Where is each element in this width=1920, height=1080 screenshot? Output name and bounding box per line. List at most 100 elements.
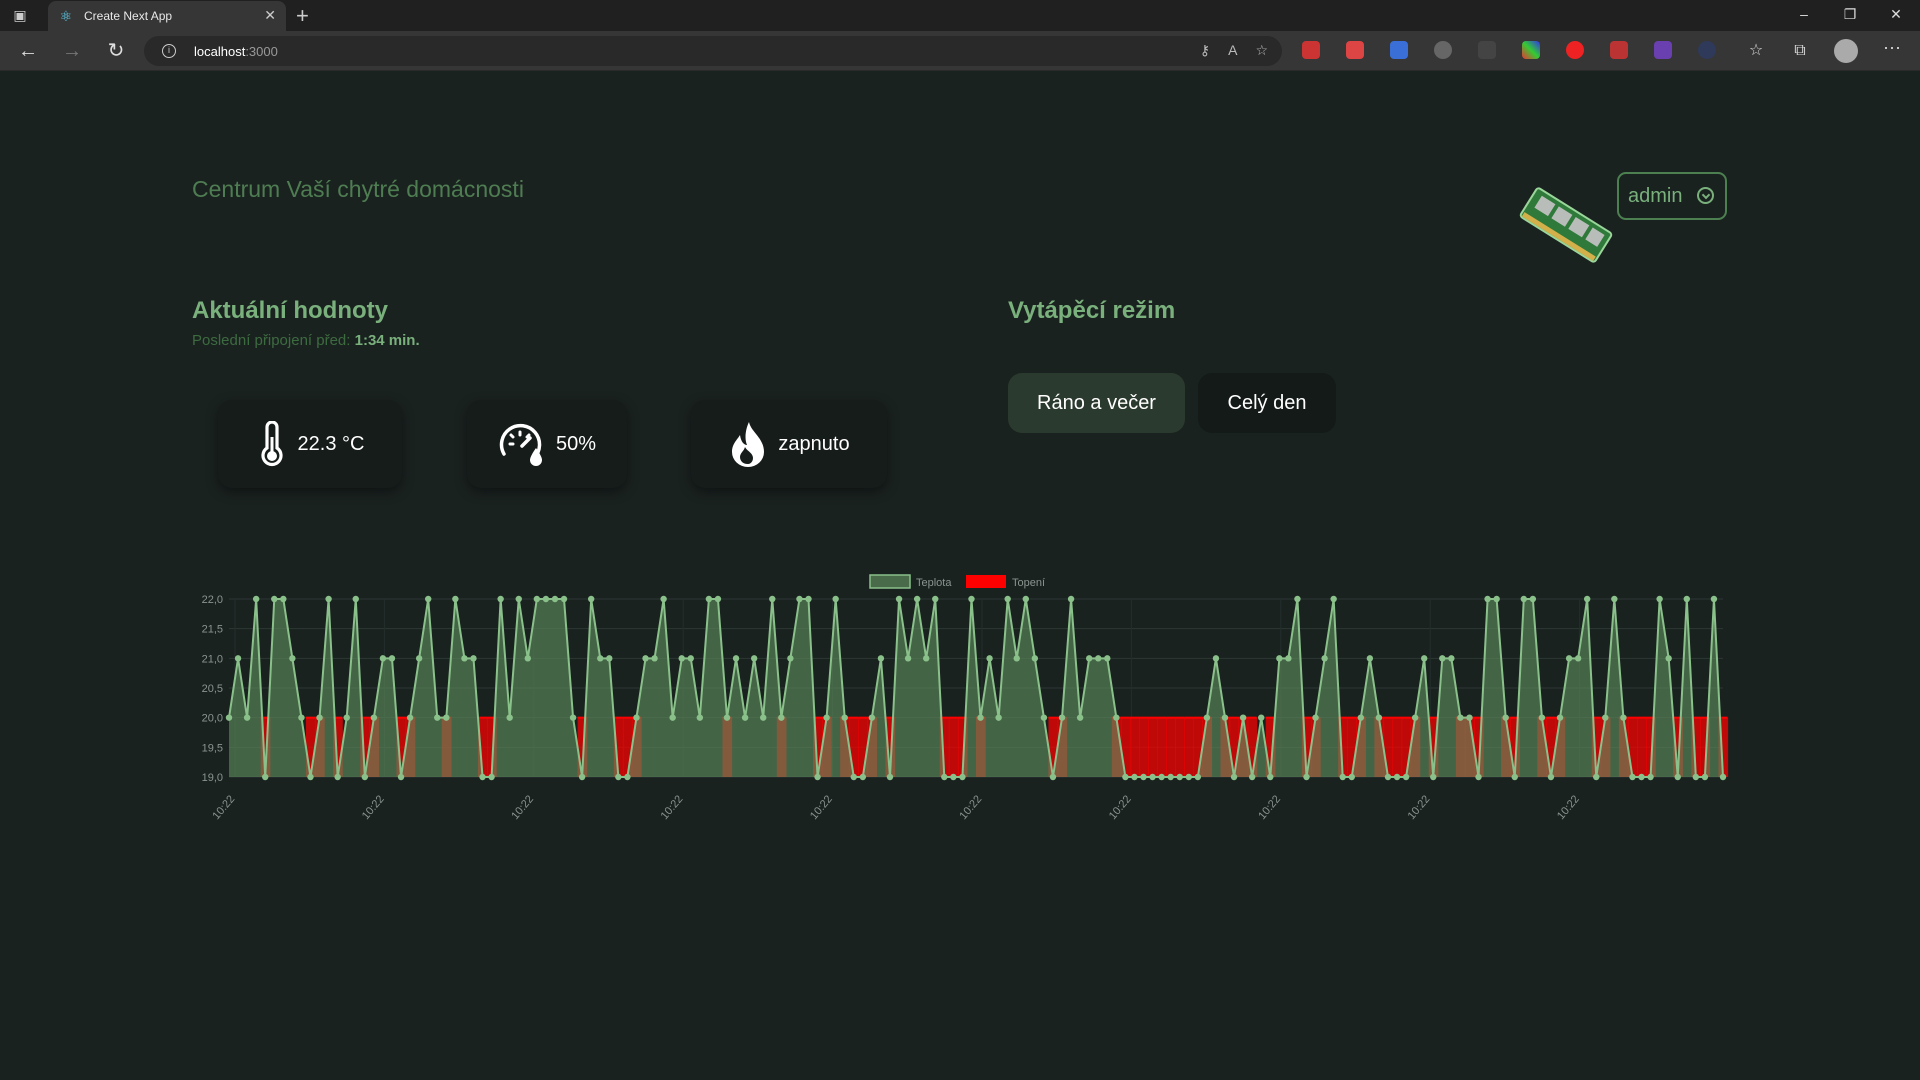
temperature-point bbox=[1620, 714, 1627, 721]
temperature-point bbox=[1267, 773, 1274, 781]
minimize-icon[interactable]: – bbox=[1794, 6, 1814, 22]
favorites-icon[interactable]: ☆ bbox=[1744, 39, 1768, 63]
extension-icon[interactable] bbox=[1698, 41, 1716, 59]
temperature-point bbox=[687, 655, 694, 662]
temperature-point bbox=[850, 773, 857, 781]
temperature-point bbox=[1321, 655, 1328, 662]
temperature-point bbox=[1330, 595, 1337, 603]
site-info-icon[interactable]: i bbox=[162, 44, 176, 58]
x-tick-label: 10:22 bbox=[808, 793, 835, 822]
temperature-point bbox=[1013, 655, 1020, 662]
temperature-point bbox=[252, 595, 260, 603]
temperature-point bbox=[832, 595, 839, 603]
temperature-point bbox=[470, 655, 477, 662]
temperature-point bbox=[1719, 773, 1727, 781]
mode-all-day-button[interactable]: Celý den bbox=[1198, 373, 1336, 433]
browser-toolbar: ← → ↻ i localhost:3000 ⚷ A ☆ ☆ ⧉ ··· bbox=[0, 31, 1920, 71]
temperature-point bbox=[587, 595, 595, 603]
temperature-point bbox=[615, 773, 622, 781]
temperature-point bbox=[1583, 595, 1591, 603]
favorite-icon[interactable]: ☆ bbox=[1255, 42, 1268, 59]
legend-swatch-teplota bbox=[869, 574, 911, 589]
back-icon[interactable]: ← bbox=[16, 39, 40, 63]
temperature-point bbox=[1547, 773, 1555, 781]
temperature-point bbox=[1303, 773, 1310, 781]
temperature-point bbox=[796, 595, 803, 603]
reload-icon[interactable]: ↻ bbox=[104, 39, 128, 63]
temperature-point bbox=[624, 773, 631, 781]
key-icon[interactable]: ⚷ bbox=[1200, 42, 1210, 59]
extension-icon[interactable] bbox=[1610, 41, 1628, 59]
browser-tabbar: ▣ ⚛ Create Next App ✕ + – ❐ ✕ bbox=[0, 0, 1920, 31]
temperature-point bbox=[1248, 773, 1256, 781]
temperature-point bbox=[298, 714, 305, 721]
temperature-point bbox=[334, 773, 341, 781]
temperature-point bbox=[1421, 655, 1428, 662]
heating-mode-heading: Vytápěcí režim bbox=[1008, 297, 1176, 324]
temperature-point bbox=[225, 714, 233, 721]
temperature-point bbox=[1611, 595, 1618, 603]
temperature-point bbox=[941, 773, 948, 781]
mode-morning-evening-button[interactable]: Ráno a večer bbox=[1008, 373, 1185, 433]
x-tick-label: 10:22 bbox=[659, 793, 686, 822]
new-tab-icon[interactable]: + bbox=[296, 3, 309, 29]
temperature-point bbox=[977, 714, 984, 721]
temperature-point bbox=[434, 714, 441, 721]
extension-icon[interactable] bbox=[1566, 41, 1584, 59]
temperature-point bbox=[950, 773, 957, 781]
temperature-point bbox=[959, 773, 966, 781]
more-menu-icon[interactable]: ··· bbox=[1883, 37, 1901, 58]
temperature-point bbox=[904, 655, 912, 662]
extension-icon[interactable] bbox=[1434, 41, 1452, 59]
extension-icon[interactable] bbox=[1478, 41, 1496, 59]
temperature-point bbox=[1565, 655, 1573, 662]
heating-bar bbox=[1157, 717, 1167, 777]
temperature-point bbox=[651, 655, 658, 662]
temperature-point bbox=[1493, 595, 1500, 603]
temperature-point bbox=[1031, 655, 1039, 662]
temperature-point bbox=[452, 595, 459, 603]
profile-avatar[interactable] bbox=[1834, 39, 1858, 63]
temperature-point bbox=[1411, 714, 1419, 721]
extension-icon[interactable] bbox=[1654, 41, 1672, 59]
tab-actions-icon[interactable]: ▣ bbox=[12, 7, 28, 23]
temperature-point bbox=[415, 655, 423, 662]
temperature-point bbox=[678, 655, 685, 662]
temperature-point bbox=[506, 714, 513, 721]
app-title: Centrum Vaší chytré domácnosti bbox=[192, 176, 524, 202]
temperature-point bbox=[1276, 655, 1283, 662]
close-tab-icon[interactable]: ✕ bbox=[264, 7, 276, 24]
x-tick-label: 10:22 bbox=[957, 793, 984, 822]
heating-card: zapnuto bbox=[691, 400, 887, 488]
extension-icon[interactable] bbox=[1522, 41, 1540, 59]
extension-icon[interactable] bbox=[1302, 41, 1320, 59]
user-menu-button[interactable]: admin bbox=[1617, 172, 1727, 220]
restore-icon[interactable]: ❐ bbox=[1840, 6, 1860, 23]
browser-tab[interactable]: ⚛ Create Next App ✕ bbox=[48, 1, 286, 31]
extension-icon[interactable] bbox=[1346, 41, 1364, 59]
read-aloud-icon[interactable]: A bbox=[1228, 42, 1237, 59]
window-close-icon[interactable]: ✕ bbox=[1886, 6, 1906, 23]
address-bar[interactable]: i localhost:3000 ⚷ A ☆ bbox=[144, 36, 1282, 66]
temperature-point bbox=[515, 595, 522, 603]
collections-icon[interactable]: ⧉ bbox=[1788, 39, 1812, 63]
temperature-point bbox=[723, 714, 731, 721]
x-tick-label: 10:22 bbox=[1555, 793, 1582, 822]
temperature-point bbox=[488, 773, 495, 781]
temperature-point bbox=[1674, 773, 1681, 781]
extension-icon[interactable] bbox=[1390, 41, 1408, 59]
temperature-point bbox=[1258, 714, 1265, 721]
temperature-point bbox=[1439, 655, 1446, 662]
temperature-point bbox=[1312, 714, 1319, 721]
temperature-point bbox=[343, 714, 350, 721]
temperature-point bbox=[1502, 714, 1509, 721]
y-tick-label: 21,0 bbox=[202, 653, 223, 665]
forward-icon[interactable]: → bbox=[60, 39, 84, 63]
temperature-point bbox=[1085, 655, 1093, 662]
temperature-point bbox=[1665, 655, 1672, 662]
temperature-point bbox=[1593, 773, 1600, 781]
temperature-point bbox=[1475, 773, 1482, 781]
address-text[interactable]: localhost:3000 bbox=[194, 44, 278, 59]
x-tick-label: 10:22 bbox=[210, 793, 237, 822]
temperature-point bbox=[859, 773, 867, 781]
